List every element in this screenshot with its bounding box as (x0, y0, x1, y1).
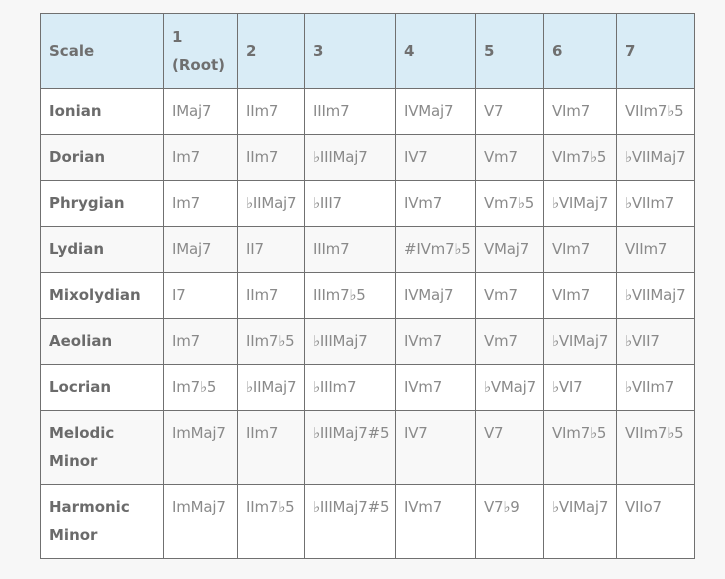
scale-name-cell: Phrygian (40, 180, 164, 227)
chord-cell-degree-5: Vm7 (475, 134, 544, 181)
chord-cell-degree-7: ♭VIIMaj7 (616, 134, 695, 181)
chord-cell-degree-3: ♭IIIMaj7 (304, 134, 396, 181)
chord-cell-degree-7: VIIm7♭5 (616, 88, 695, 135)
chord-cell-degree-6: ♭VIMaj7 (543, 180, 617, 227)
header-scale: Scale (40, 13, 164, 89)
table-row: Phrygian Im7 ♭IIMaj7 ♭III7 IVm7 Vm7♭5 ♭VIMaj7 ♭… (40, 180, 695, 227)
chord-cell-degree-6: VIm7♭5 (543, 134, 617, 181)
header-degree-6: 6 (543, 13, 617, 89)
chord-cell-degree-2: ♭IIMaj7 (237, 180, 305, 227)
chord-cell-degree-7: ♭VIIm7 (616, 364, 695, 411)
chord-cell-degree-2: IIm7 (237, 134, 305, 181)
scale-name-cell: Aeolian (40, 318, 164, 365)
chord-cell-degree-4: IV7 (395, 410, 476, 485)
chord-cell-degree-5: Vm7♭5 (475, 180, 544, 227)
chord-cell-degree-5: Vm7 (475, 318, 544, 365)
table-row: Ionian IMaj7 IIm7 IIIm7 IVMaj7 V7 VIm7 VIIm7♭5 (40, 88, 695, 135)
scale-chords-table: Scale 1 (Root) 2 3 4 5 6 7 Ionian IMaj7 IIm… (40, 13, 695, 559)
chord-cell-degree-2: II7 (237, 226, 305, 273)
chord-cell-degree-2: IIm7 (237, 88, 305, 135)
chord-cell-degree-6: VIm7 (543, 226, 617, 273)
header-degree-4: 4 (395, 13, 476, 89)
chord-cell-degree-3: IIIm7 (304, 88, 396, 135)
scale-name-cell: Harmonic Minor (40, 484, 164, 559)
header-degree-3: 3 (304, 13, 396, 89)
chord-cell-degree-3: ♭IIIMaj7#5 (304, 484, 396, 559)
chord-cell-degree-5: V7 (475, 88, 544, 135)
scale-name-cell: Ionian (40, 88, 164, 135)
chord-cell-degree-2: IIm7♭5 (237, 318, 305, 365)
chord-cell-degree-5: V7 (475, 410, 544, 485)
scale-name-cell: Locrian (40, 364, 164, 411)
table-row: Harmonic Minor ImMaj7 IIm7♭5 ♭IIIMaj7#5 IVm7… (40, 484, 695, 559)
header-degree-1-label: (Root) (172, 56, 226, 74)
chord-cell-degree-3: ♭IIIm7 (304, 364, 396, 411)
chord-cell-degree-7: VIIo7 (616, 484, 695, 559)
chord-cell-degree-5: VMaj7 (475, 226, 544, 273)
chord-cell-degree-1: IMaj7 (163, 88, 238, 135)
table-row: Aeolian Im7 IIm7♭5 ♭IIIMaj7 IVm7 Vm7 ♭VIMaj7 ♭V… (40, 318, 695, 365)
chord-cell-degree-6: VIm7♭5 (543, 410, 617, 485)
chord-cell-degree-1: Im7 (163, 134, 238, 181)
chord-cell-degree-6: VIm7 (543, 272, 617, 319)
header-degree-5: 5 (475, 13, 544, 89)
chord-cell-degree-4: IVMaj7 (395, 272, 476, 319)
chord-cell-degree-4: #IVm7♭5 (395, 226, 476, 273)
chord-cell-degree-6: ♭VIMaj7 (543, 318, 617, 365)
chord-cell-degree-1: IMaj7 (163, 226, 238, 273)
header-degree-1-number: 1 (172, 28, 183, 46)
scale-name-cell: Mixolydian (40, 272, 164, 319)
chord-cell-degree-7: ♭VIIm7 (616, 180, 695, 227)
header-degree-7: 7 (616, 13, 695, 89)
chord-cell-degree-1: Im7 (163, 180, 238, 227)
chord-cell-degree-5: Vm7 (475, 272, 544, 319)
chord-cell-degree-5: V7♭9 (475, 484, 544, 559)
chord-cell-degree-2: IIm7 (237, 410, 305, 485)
chord-cell-degree-3: ♭IIIMaj7 (304, 318, 396, 365)
chord-cell-degree-3: IIIm7 (304, 226, 396, 273)
chord-cell-degree-2: ♭IIMaj7 (237, 364, 305, 411)
chord-cell-degree-1: Im7♭5 (163, 364, 238, 411)
chord-cell-degree-4: IVm7 (395, 364, 476, 411)
chord-cell-degree-3: ♭III7 (304, 180, 396, 227)
chord-cell-degree-4: IVMaj7 (395, 88, 476, 135)
table-row: Lydian IMaj7 II7 IIIm7 #IVm7♭5 VMaj7 VIm7 VIIm7 (40, 226, 695, 273)
chord-cell-degree-5: ♭VMaj7 (475, 364, 544, 411)
chord-cell-degree-4: IVm7 (395, 318, 476, 365)
chord-cell-degree-1: I7 (163, 272, 238, 319)
chord-cell-degree-6: VIm7 (543, 88, 617, 135)
chord-cell-degree-7: ♭VIIMaj7 (616, 272, 695, 319)
chord-cell-degree-4: IVm7 (395, 180, 476, 227)
table-body: Ionian IMaj7 IIm7 IIIm7 IVMaj7 V7 VIm7 VIIm7♭5 D… (40, 88, 695, 559)
chord-cell-degree-3: ♭IIIMaj7#5 (304, 410, 396, 485)
table-row: Locrian Im7♭5 ♭IIMaj7 ♭IIIm7 IVm7 ♭VMaj7 ♭VI7 ♭… (40, 364, 695, 411)
chord-cell-degree-3: IIIm7♭5 (304, 272, 396, 319)
chord-cell-degree-1: ImMaj7 (163, 410, 238, 485)
header-degree-2: 2 (237, 13, 305, 89)
scale-name-cell: Melodic Minor (40, 410, 164, 485)
chord-cell-degree-7: VIIm7 (616, 226, 695, 273)
table-row: Dorian Im7 IIm7 ♭IIIMaj7 IV7 Vm7 VIm7♭5 ♭VIIMaj… (40, 134, 695, 181)
chord-cell-degree-7: ♭VII7 (616, 318, 695, 365)
scale-name-cell: Lydian (40, 226, 164, 273)
chord-cell-degree-4: IV7 (395, 134, 476, 181)
chord-cell-degree-2: IIm7 (237, 272, 305, 319)
chord-cell-degree-6: ♭VIMaj7 (543, 484, 617, 559)
table-row: Mixolydian I7 IIm7 IIIm7♭5 IVMaj7 Vm7 VIm7 ♭VII… (40, 272, 695, 319)
chord-cell-degree-6: ♭VI7 (543, 364, 617, 411)
scale-name-cell: Dorian (40, 134, 164, 181)
chord-cell-degree-4: IVm7 (395, 484, 476, 559)
header-row: Scale 1 (Root) 2 3 4 5 6 7 (40, 13, 695, 89)
chord-cell-degree-7: VIIm7♭5 (616, 410, 695, 485)
chord-cell-degree-1: Im7 (163, 318, 238, 365)
table-row: Melodic Minor ImMaj7 IIm7 ♭IIIMaj7#5 IV7 V7 VI… (40, 410, 695, 485)
chord-cell-degree-1: ImMaj7 (163, 484, 238, 559)
chord-cell-degree-2: IIm7♭5 (237, 484, 305, 559)
table-header: Scale 1 (Root) 2 3 4 5 6 7 (40, 13, 695, 89)
header-degree-1: 1 (Root) (163, 13, 238, 89)
